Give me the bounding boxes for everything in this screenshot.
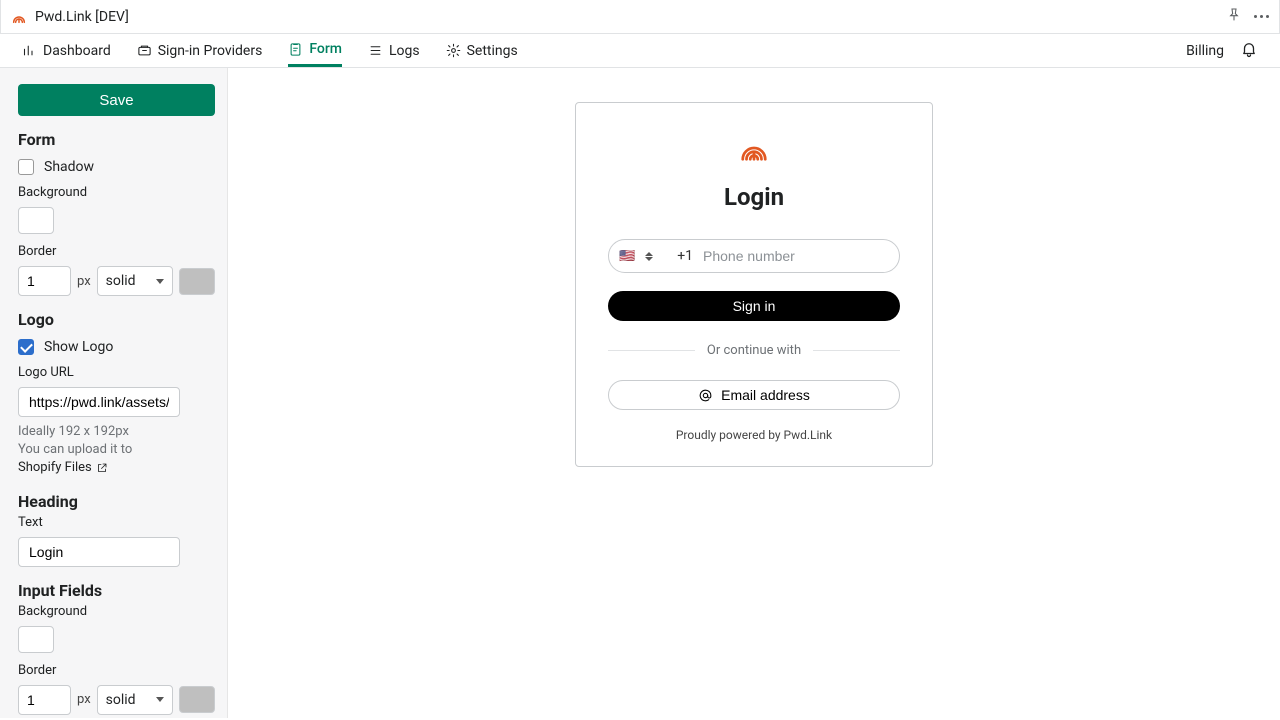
- chevron-down-icon: [156, 697, 164, 702]
- inputfields-border-style-select[interactable]: solid: [97, 685, 173, 715]
- divider: Or continue with: [608, 343, 900, 358]
- main: Save Form Shadow Background Border px so…: [0, 68, 1280, 718]
- app-logo-icon: [11, 9, 27, 25]
- sidebar: Save Form Shadow Background Border px so…: [0, 68, 228, 718]
- logo-url-label: Logo URL: [18, 365, 215, 380]
- form-background-swatch[interactable]: [18, 207, 54, 234]
- nav-providers[interactable]: Sign-in Providers: [137, 34, 263, 67]
- show-logo-label: Show Logo: [44, 339, 113, 355]
- inputfields-background-label: Background: [18, 604, 215, 619]
- logo-help-line2: You can upload it to Shopify Files: [18, 441, 215, 477]
- form-border-color-swatch[interactable]: [179, 268, 215, 295]
- nav-logs[interactable]: Logs: [368, 34, 420, 67]
- shadow-checkbox-row[interactable]: Shadow: [18, 159, 215, 175]
- nav-billing[interactable]: Billing: [1186, 43, 1224, 59]
- nav-form-label: Form: [309, 41, 342, 57]
- form-border-style-value: solid: [106, 273, 136, 289]
- more-icon[interactable]: [1254, 15, 1269, 18]
- inputfields-border-color-swatch[interactable]: [179, 686, 215, 713]
- show-logo-checkbox-row[interactable]: Show Logo: [18, 339, 215, 355]
- divider-label: Or continue with: [707, 343, 801, 358]
- inputfields-border-row: px solid: [18, 685, 215, 715]
- nav-logs-label: Logs: [389, 43, 420, 59]
- login-logo-icon: [739, 133, 769, 167]
- nav-settings-label: Settings: [467, 43, 518, 59]
- form-border-unit: px: [77, 274, 91, 289]
- powered-by: Proudly powered by Pwd.Link: [676, 428, 832, 442]
- preview-area: Login 🇺🇸 +1 Sign in Or continue with Ema…: [228, 68, 1280, 718]
- nav-left: Dashboard Sign-in Providers Form Logs Se…: [22, 34, 518, 67]
- titlebar-actions: [1226, 7, 1269, 27]
- email-button[interactable]: Email address: [608, 380, 900, 410]
- phone-input[interactable]: [703, 248, 884, 264]
- show-logo-checkbox[interactable]: [18, 339, 34, 355]
- titlebar-left: Pwd.Link [DEV]: [11, 9, 129, 25]
- chevron-down-icon: [156, 279, 164, 284]
- nav-right: Billing: [1186, 40, 1258, 62]
- save-button[interactable]: Save: [18, 84, 215, 116]
- nav-providers-label: Sign-in Providers: [158, 43, 263, 59]
- logo-help: Ideally 192 x 192px You can upload it to…: [18, 423, 215, 478]
- section-form-title: Form: [18, 130, 215, 149]
- signin-button[interactable]: Sign in: [608, 291, 900, 321]
- form-background-label: Background: [18, 185, 215, 200]
- login-card: Login 🇺🇸 +1 Sign in Or continue with Ema…: [575, 102, 933, 467]
- logo-url-input[interactable]: [18, 387, 180, 417]
- inputfields-border-unit: px: [77, 692, 91, 707]
- nav-form[interactable]: Form: [288, 34, 342, 67]
- inputfields-background-swatch[interactable]: [18, 626, 54, 653]
- heading-text-input[interactable]: [18, 537, 180, 567]
- heading-text-label: Text: [18, 515, 215, 530]
- shopify-files-link[interactable]: Shopify Files: [18, 459, 108, 477]
- navbar: Dashboard Sign-in Providers Form Logs Se…: [0, 34, 1280, 68]
- form-border-row: px solid: [18, 266, 215, 296]
- shadow-label: Shadow: [44, 159, 94, 175]
- inputfields-border-label: Border: [18, 663, 215, 678]
- login-title: Login: [724, 183, 784, 211]
- phone-field[interactable]: 🇺🇸 +1: [608, 239, 900, 273]
- email-button-label: Email address: [721, 387, 810, 403]
- country-select-icon[interactable]: [645, 252, 653, 261]
- inputfields-border-width-input[interactable]: [18, 685, 71, 715]
- form-border-label: Border: [18, 244, 215, 259]
- nav-dashboard-label: Dashboard: [43, 43, 111, 59]
- pin-icon[interactable]: [1226, 7, 1242, 27]
- app-name: Pwd.Link [DEV]: [35, 9, 129, 25]
- titlebar: Pwd.Link [DEV]: [0, 0, 1280, 34]
- country-code: +1: [677, 248, 693, 264]
- form-border-style-select[interactable]: solid: [97, 266, 173, 296]
- shadow-checkbox[interactable]: [18, 159, 34, 175]
- flag-icon[interactable]: 🇺🇸: [619, 250, 635, 263]
- section-logo-title: Logo: [18, 310, 215, 329]
- inputfields-border-style-value: solid: [106, 692, 136, 708]
- nav-settings[interactable]: Settings: [446, 34, 518, 67]
- logo-help-line1: Ideally 192 x 192px: [18, 423, 215, 441]
- nav-dashboard[interactable]: Dashboard: [22, 34, 111, 67]
- form-border-width-input[interactable]: [18, 266, 71, 296]
- section-inputfields-title: Input Fields: [18, 581, 215, 600]
- bell-icon[interactable]: [1240, 40, 1258, 62]
- at-icon: [698, 388, 713, 403]
- section-heading-title: Heading: [18, 492, 215, 511]
